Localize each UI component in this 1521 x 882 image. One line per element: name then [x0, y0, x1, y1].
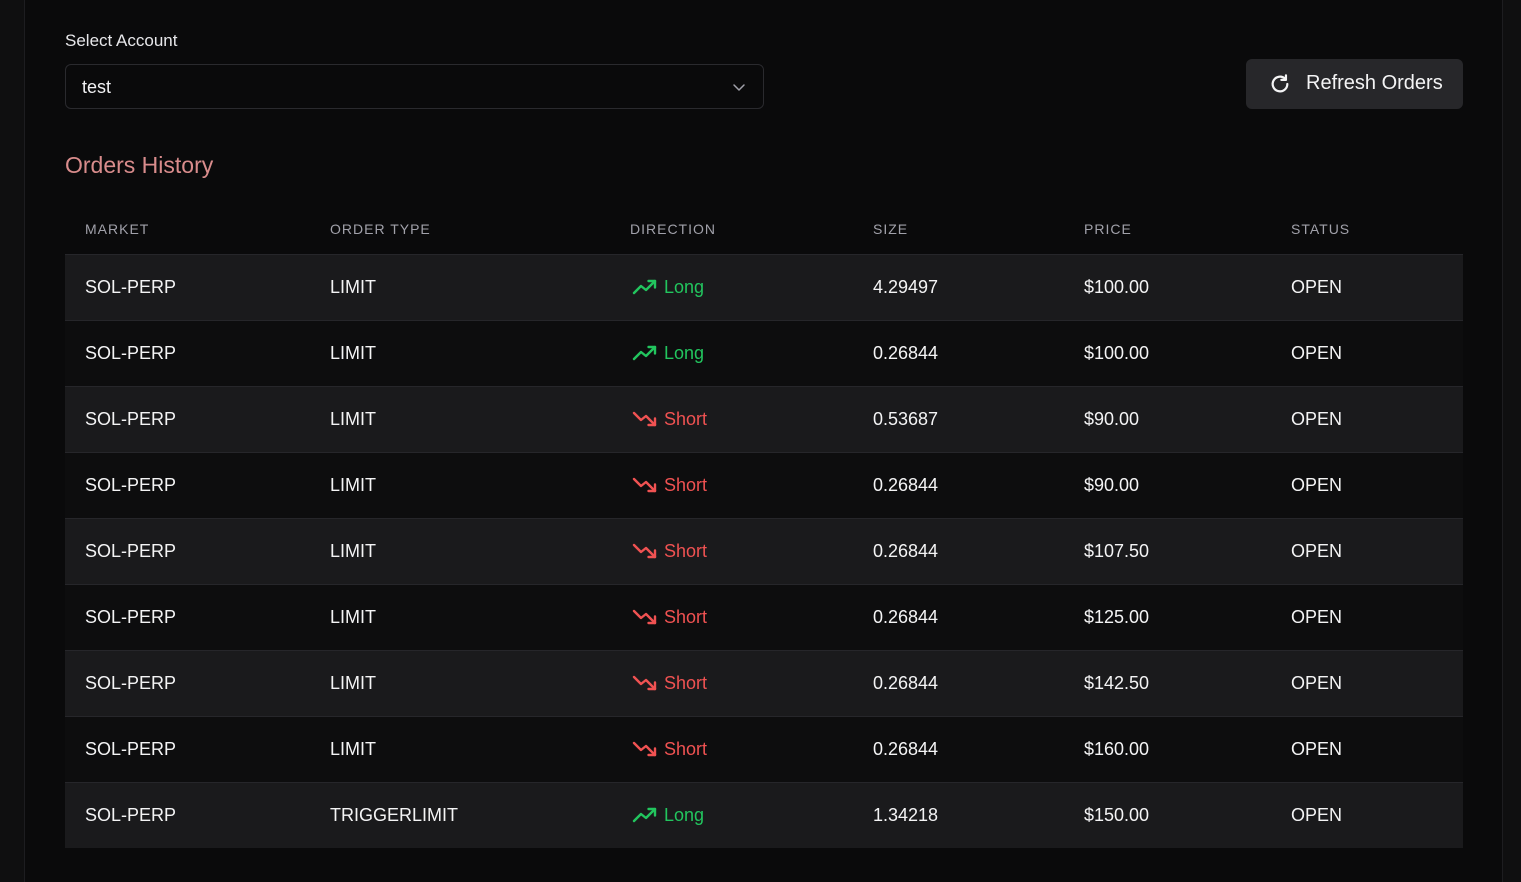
cell-size: 0.26844 [873, 607, 939, 627]
direction-label: Short [664, 672, 708, 693]
cell-status: OPEN [1291, 343, 1343, 363]
cell-size: 0.26844 [873, 475, 939, 495]
direction-label: Short [664, 738, 708, 759]
table-row: SOL-PERP LIMIT Short 0.26844 $142.50 OPEN [65, 651, 1463, 717]
table-body: SOL-PERP LIMIT Long 4.29497 $100.00 OPEN SOL-P… [65, 255, 1463, 848]
direction-label: Short [664, 540, 708, 561]
select-account-label: Select Account [65, 31, 178, 50]
cell-order-type: LIMIT [330, 607, 377, 627]
table-row: SOL-PERP LIMIT Long 0.26844 $100.00 OPEN [65, 321, 1463, 387]
trending-down-icon [632, 543, 657, 559]
cell-market: SOL-PERP [85, 277, 177, 297]
cell-market: SOL-PERP [85, 805, 177, 825]
orders-history-title: Orders History [65, 152, 214, 178]
cell-direction: Short [632, 672, 707, 694]
direction-label: Long [664, 804, 705, 825]
direction-label: Long [664, 276, 705, 297]
direction-label: Long [664, 342, 705, 363]
cell-market: SOL-PERP [85, 607, 177, 627]
refresh-orders-label: Refresh Orders [1306, 72, 1443, 94]
cell-order-type: LIMIT [330, 475, 377, 495]
cell-direction: Short [632, 474, 707, 496]
cell-price: $150.00 [1084, 805, 1150, 825]
trending-up-icon [632, 345, 657, 361]
column-header-status: STATUS [1291, 221, 1351, 237]
account-select[interactable]: test [65, 64, 764, 109]
cell-price: $90.00 [1084, 409, 1140, 429]
cell-market: SOL-PERP [85, 541, 177, 561]
table-row: SOL-PERP LIMIT Short 0.26844 $160.00 OPEN [65, 717, 1463, 783]
cell-size: 0.26844 [873, 541, 939, 561]
cell-status: OPEN [1291, 277, 1343, 297]
cell-market: SOL-PERP [85, 475, 177, 495]
cell-direction: Long [632, 276, 704, 298]
refresh-icon [1271, 74, 1289, 93]
trending-down-icon [632, 477, 657, 493]
cell-order-type: LIMIT [330, 409, 377, 429]
cell-direction: Short [632, 540, 707, 562]
cell-status: OPEN [1291, 607, 1343, 627]
cell-size: 0.26844 [873, 673, 939, 693]
table-header: MARKET ORDER TYPE DIRECTION SIZE PRICE S… [65, 204, 1463, 255]
column-header-order-type: ORDER TYPE [330, 221, 431, 237]
trending-down-icon [632, 609, 657, 625]
cell-market: SOL-PERP [85, 343, 177, 363]
cell-direction: Short [632, 606, 707, 628]
cell-direction: Short [632, 408, 707, 430]
orders-table: MARKET ORDER TYPE DIRECTION SIZE PRICE S… [65, 204, 1463, 848]
cell-order-type: LIMIT [330, 739, 377, 759]
cell-order-type: TRIGGERLIMIT [330, 805, 459, 825]
cell-status: OPEN [1291, 805, 1343, 825]
trending-down-icon [632, 675, 657, 691]
trending-up-icon [632, 279, 657, 295]
chevron-down-icon [733, 84, 745, 91]
column-header-price: PRICE [1084, 221, 1132, 237]
cell-price: $90.00 [1084, 475, 1140, 495]
direction-label: Short [664, 606, 708, 627]
cell-price: $100.00 [1084, 277, 1150, 297]
cell-price: $107.50 [1084, 541, 1150, 561]
table-row: SOL-PERP LIMIT Long 4.29497 $100.00 OPEN [65, 255, 1463, 321]
cell-status: OPEN [1291, 739, 1343, 759]
column-header-market: MARKET [85, 221, 150, 237]
cell-order-type: LIMIT [330, 541, 377, 561]
cell-price: $160.00 [1084, 739, 1150, 759]
trending-down-icon [632, 741, 657, 757]
cell-market: SOL-PERP [85, 409, 177, 429]
cell-size: 1.34218 [873, 805, 939, 825]
orders-panel: Select Account test Refresh Orders Order… [24, 0, 1503, 882]
refresh-orders-button[interactable]: Refresh Orders [1246, 59, 1463, 109]
direction-label: Short [664, 474, 708, 495]
cell-price: $142.50 [1084, 673, 1150, 693]
column-header-size: SIZE [873, 221, 909, 237]
cell-status: OPEN [1291, 475, 1343, 495]
cell-price: $125.00 [1084, 607, 1150, 627]
direction-label: Short [664, 408, 708, 429]
table-row: SOL-PERP LIMIT Short 0.26844 $125.00 OPEN [65, 585, 1463, 651]
cell-status: OPEN [1291, 541, 1343, 561]
cell-order-type: LIMIT [330, 277, 377, 297]
cell-size: 0.26844 [873, 343, 939, 363]
cell-market: SOL-PERP [85, 673, 177, 693]
cell-order-type: LIMIT [330, 343, 377, 363]
cell-size: 4.29497 [873, 277, 939, 297]
cell-status: OPEN [1291, 409, 1343, 429]
table-row: SOL-PERP LIMIT Short 0.53687 $90.00 OPEN [65, 387, 1463, 453]
table-row: SOL-PERP LIMIT Short 0.26844 $90.00 OPEN [65, 453, 1463, 519]
cell-market: SOL-PERP [85, 739, 177, 759]
cell-size: 0.53687 [873, 409, 939, 429]
cell-price: $100.00 [1084, 343, 1150, 363]
account-select-value: test [82, 77, 112, 97]
cell-direction: Long [632, 804, 704, 826]
cell-direction: Short [632, 738, 707, 760]
cell-direction: Long [632, 342, 704, 364]
table-row: SOL-PERP TRIGGERLIMIT Long 1.34218 $150.00 OP… [65, 783, 1463, 848]
cell-size: 0.26844 [873, 739, 939, 759]
cell-order-type: LIMIT [330, 673, 377, 693]
column-header-direction: DIRECTION [630, 221, 716, 237]
trending-up-icon [632, 807, 657, 823]
trending-down-icon [632, 411, 657, 427]
table-row: SOL-PERP LIMIT Short 0.26844 $107.50 OPEN [65, 519, 1463, 585]
cell-status: OPEN [1291, 673, 1343, 693]
